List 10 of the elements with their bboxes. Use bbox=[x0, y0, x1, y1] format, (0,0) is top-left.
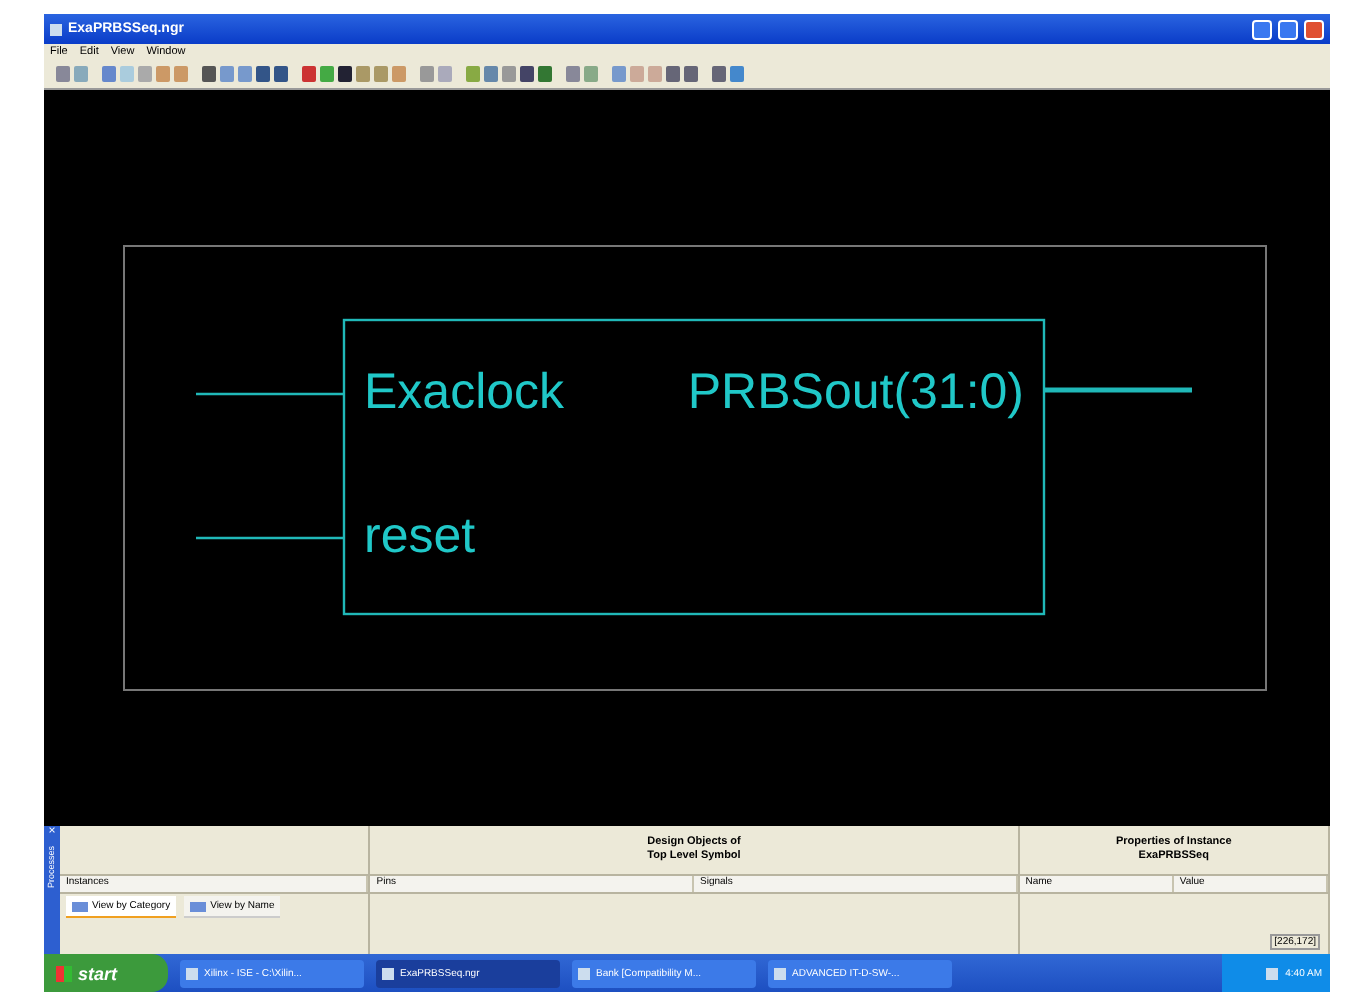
maximize-button[interactable] bbox=[1278, 19, 1298, 39]
tray-icon[interactable] bbox=[1265, 967, 1278, 979]
start-button[interactable]: start bbox=[44, 954, 168, 992]
pin-label: Exaclock bbox=[364, 364, 565, 420]
minimize-button[interactable] bbox=[1252, 19, 1272, 39]
symbol-outline[interactable] bbox=[342, 318, 1046, 616]
pin-label: reset bbox=[364, 508, 476, 564]
pin-label: PRBSout(31:0) bbox=[687, 364, 1024, 420]
app-icon bbox=[50, 23, 62, 35]
close-button[interactable] bbox=[1304, 19, 1324, 39]
